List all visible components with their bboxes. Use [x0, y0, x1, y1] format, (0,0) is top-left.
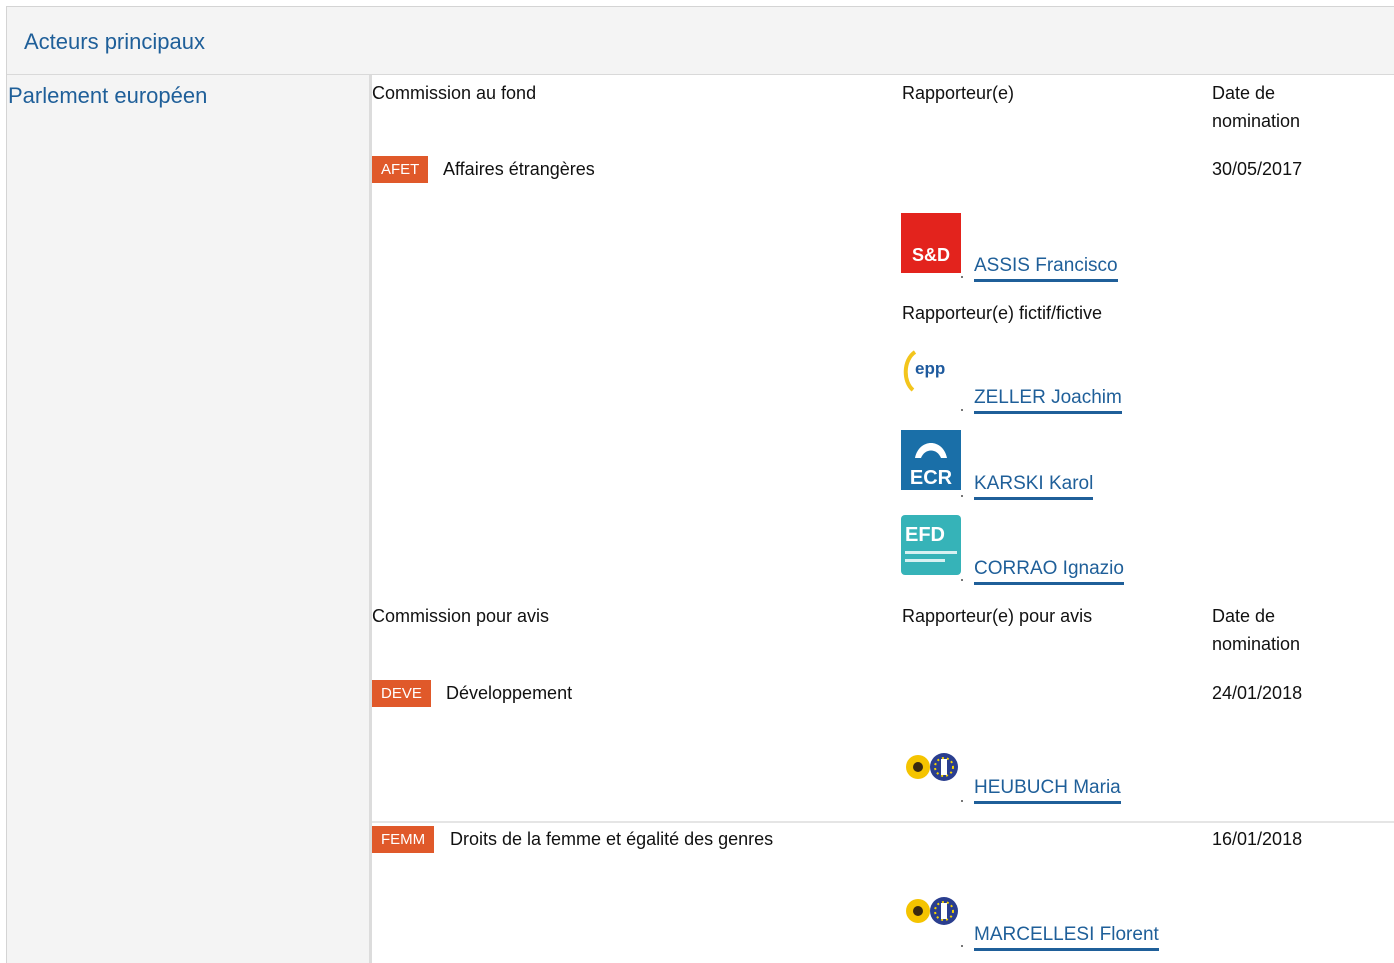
section-header: Acteurs principaux	[7, 7, 1394, 75]
shadow-rapporteur-label: Rapporteur(e) fictif/fictive	[902, 303, 1103, 323]
opinion-date-header-line2: nomination	[1212, 634, 1301, 654]
sd-group-logo: S&D	[901, 213, 961, 273]
lead-rapporteur-header: Rapporteur(e)	[902, 83, 1015, 103]
committee-date-deve: 24/01/2018	[1212, 683, 1303, 703]
institution-title: Parlement européen	[8, 83, 208, 108]
committee-badge-femm: FEMM	[372, 826, 435, 853]
lead-date-header-line1: Date de	[1212, 83, 1276, 103]
separator-dot	[961, 800, 963, 802]
member-link-assis[interactable]: ASSIS Francisco	[974, 254, 1118, 282]
efdd-group-logo: EFD	[901, 515, 961, 575]
opinion-committee-header: Commission pour avis	[372, 606, 550, 626]
separator-dot	[961, 409, 963, 411]
greens-efa-group-logo	[906, 897, 958, 925]
ecr-group-logo: ECR	[901, 430, 961, 490]
separator-dot	[961, 945, 963, 947]
epp-logo-text: epp	[915, 359, 945, 378]
committee-date-femm: 16/01/2018	[1212, 829, 1303, 849]
member-link-karski[interactable]: KARSKI Karol	[974, 472, 1094, 500]
member-link-marcellesi[interactable]: MARCELLESI Florent	[974, 923, 1159, 951]
member-link-corrao[interactable]: CORRAO Ignazio	[974, 557, 1124, 585]
member-link-heubuch[interactable]: HEUBUCH Maria	[974, 776, 1121, 804]
separator-dot	[961, 495, 963, 497]
opinion-rapporteur-header: Rapporteur(e) pour avis	[902, 606, 1093, 626]
greens-efa-group-logo	[906, 753, 958, 781]
separator-dot	[961, 276, 963, 278]
committee-name-afet: Affaires étrangères	[443, 159, 595, 179]
row-divider	[372, 821, 1394, 823]
section-title: Acteurs principaux	[24, 29, 205, 54]
committee-badge-afet: AFET	[372, 156, 429, 183]
member-link-zeller[interactable]: ZELLER Joachim	[974, 386, 1122, 414]
lead-committee-header: Commission au fond	[372, 83, 537, 103]
efdd-logo-text: EFD	[905, 524, 945, 546]
committee-badge-deve: DEVE	[372, 680, 431, 707]
lead-date-header-line2: nomination	[1212, 111, 1301, 131]
separator-dot	[961, 579, 963, 581]
ecr-logo-text: ECR	[910, 467, 953, 489]
epp-group-logo: epp	[901, 346, 961, 406]
committee-date-afet: 30/05/2017	[1212, 159, 1303, 179]
opinion-date-header-line1: Date de	[1212, 606, 1276, 626]
sd-logo-text: S&D	[912, 245, 950, 265]
committee-name-deve: Développement	[446, 683, 573, 703]
committee-name-femm: Droits de la femme et égalité des genres	[450, 829, 774, 849]
institution-column: Parlement européen	[7, 75, 369, 963]
